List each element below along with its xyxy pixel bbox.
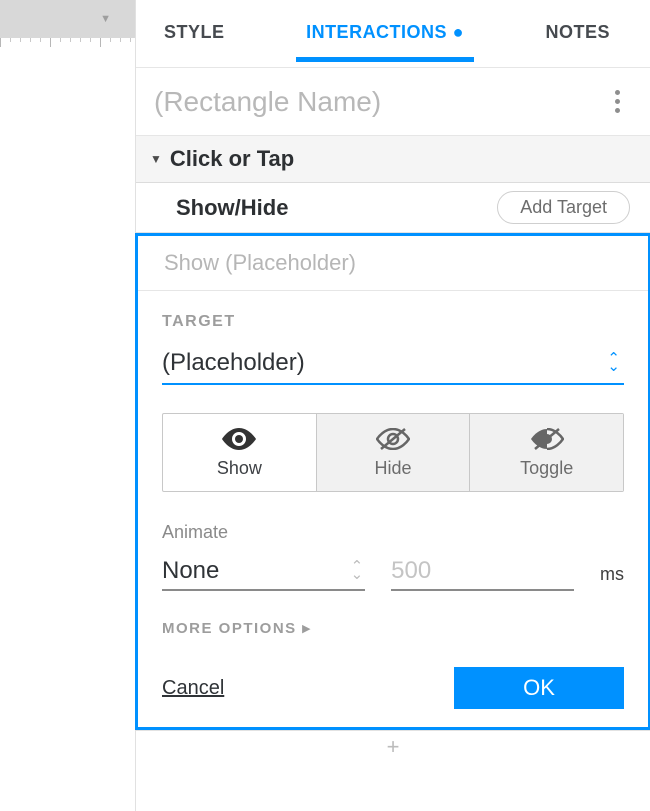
cancel-button[interactable]: Cancel (162, 677, 224, 700)
segment-show[interactable]: Show (163, 414, 316, 491)
segment-hide[interactable]: Hide (316, 414, 470, 491)
action-config: Show (Placeholder) TARGET (Placeholder) … (135, 233, 650, 730)
more-options-toggle[interactable]: MORE OPTIONS ▸ (162, 619, 624, 637)
stepper-icon: ⌃⌄ (351, 563, 364, 580)
chevron-down-icon: ▼ (150, 152, 162, 166)
add-target-button[interactable]: Add Target (497, 191, 630, 224)
action-summary[interactable]: Show (Placeholder) (138, 236, 648, 291)
segment-toggle[interactable]: Toggle (469, 414, 623, 491)
tab-notes[interactable]: NOTES (541, 22, 614, 61)
duration-unit: ms (600, 564, 624, 591)
ok-button[interactable]: OK (454, 667, 624, 709)
eye-toggle-icon (530, 428, 564, 450)
inspector-panel: STYLE INTERACTIONS ● NOTES (Rectangle Na… (135, 0, 650, 811)
add-action-button[interactable]: + (136, 730, 650, 762)
tab-style[interactable]: STYLE (160, 22, 229, 61)
action-label: Show/Hide (176, 195, 288, 221)
event-row[interactable]: ▼ Click or Tap (136, 136, 650, 183)
duration-input[interactable]: 500 (391, 557, 574, 591)
eye-icon (222, 428, 256, 450)
eye-off-icon (376, 428, 410, 450)
animate-label: Animate (162, 522, 365, 543)
widget-name-input[interactable]: (Rectangle Name) (154, 86, 381, 118)
event-label: Click or Tap (170, 146, 294, 172)
more-menu-icon[interactable] (609, 84, 626, 119)
chevron-down-icon: ▼ (100, 13, 111, 25)
target-select[interactable]: (Placeholder) ⌃⌄ (162, 345, 624, 385)
panel-tabs: STYLE INTERACTIONS ● NOTES (136, 0, 650, 68)
collapse-toggle[interactable]: ▼ (0, 0, 135, 38)
animate-select[interactable]: None ⌃⌄ (162, 557, 365, 591)
canvas-gutter: ▼ (0, 0, 135, 811)
stepper-icon: ⌃⌄ (607, 355, 620, 372)
target-label: TARGET (162, 313, 624, 331)
tab-interactions[interactable]: INTERACTIONS ● (302, 22, 468, 61)
ruler (0, 38, 135, 62)
visibility-segment: Show Hide Toggle (162, 413, 624, 492)
